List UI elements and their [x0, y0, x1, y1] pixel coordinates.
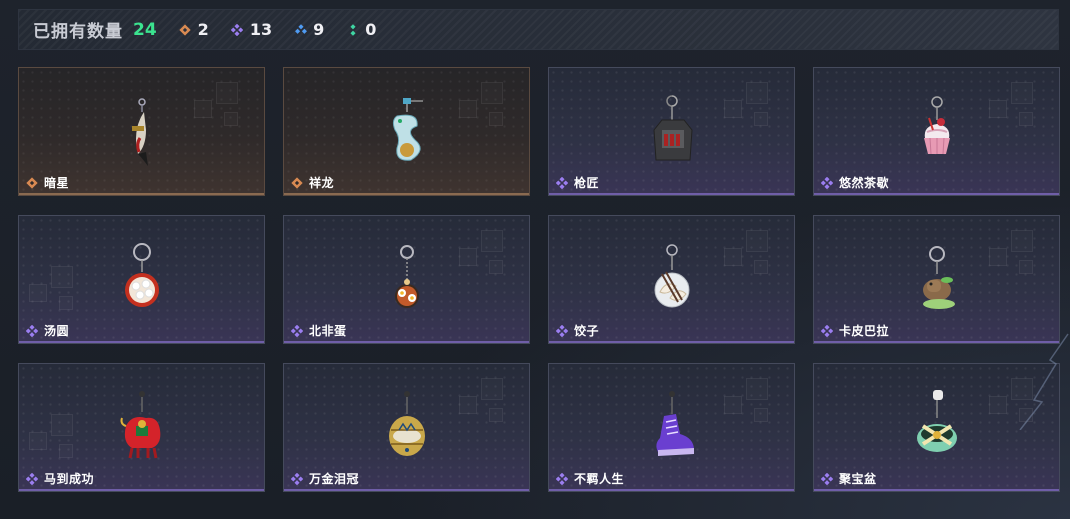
charm-name: 祥龙: [309, 176, 335, 190]
charm-card-jiaozi[interactable]: 饺子: [548, 215, 795, 344]
red-horse-charm-icon: [120, 391, 160, 459]
charm-card-tangyuan[interactable]: 汤圆: [18, 215, 265, 344]
dumpling-charm-icon: [654, 244, 689, 308]
charm-card-xianglong[interactable]: 祥龙: [283, 67, 530, 196]
card-decoration: [194, 82, 254, 142]
charm-card-kapibala[interactable]: 卡皮巴拉: [813, 215, 1060, 344]
orange-diamond-icon: [291, 176, 303, 189]
purple-diamond-icon: [821, 176, 833, 189]
green-diamond-icon: [346, 23, 359, 36]
charm-name: 饺子: [574, 324, 600, 338]
card-decoration: [459, 82, 519, 142]
card-decoration: [724, 378, 784, 438]
crown-egg-charm-icon: [388, 391, 425, 456]
blue-rarity-count: 9: [313, 20, 325, 39]
charm-name: 暗星: [44, 176, 70, 190]
charm-name: 不羁人生: [574, 472, 625, 486]
charm-card-madaochenggong[interactable]: 马到成功: [18, 363, 265, 492]
purple-diamond-icon: [231, 23, 244, 36]
purple-diamond-icon: [821, 472, 833, 485]
purple-diamond-icon: [26, 472, 38, 485]
owned-summary-bar: 已拥有数量 24 2 13 9 0: [18, 9, 1059, 50]
card-decoration: [459, 378, 519, 438]
orange-diamond-icon: [26, 176, 38, 189]
charm-collection-page: 已拥有数量 24 2 13 9 0 暗星 祥龙 枪匠 悠然茶歇 汤圆 北非蛋 饺…: [0, 0, 1070, 519]
charm-name: 卡皮巴拉: [839, 324, 890, 338]
charm-card-youranchaxie[interactable]: 悠然茶歇: [813, 67, 1060, 196]
owned-count-label: 已拥有数量: [33, 22, 123, 42]
charm-card-beifeidan[interactable]: 北非蛋: [283, 215, 530, 344]
green-rarity-stat: 0: [346, 20, 376, 39]
card-decoration: [989, 230, 1049, 290]
purple-rarity-stat: 13: [231, 20, 272, 39]
treasure-bowl-charm-icon: [916, 390, 957, 452]
purple-diamond-icon: [26, 324, 38, 337]
dagger-charm-icon: [131, 98, 148, 166]
purple-diamond-icon: [556, 324, 568, 337]
purple-diamond-icon: [291, 324, 303, 337]
purple-diamond-icon: [556, 176, 568, 189]
charm-card-qiangjiang[interactable]: 枪匠: [548, 67, 795, 196]
blue-diamond-icon: [294, 23, 307, 36]
charm-name: 马到成功: [44, 472, 95, 486]
card-decoration: [29, 414, 89, 474]
charm-card-anxing[interactable]: 暗星: [18, 67, 265, 196]
card-decoration: [989, 82, 1049, 142]
purple-rarity-count: 13: [249, 20, 273, 39]
charm-grid: 暗星 祥龙 枪匠 悠然茶歇 汤圆 北非蛋 饺子 卡皮巴拉 马到成功 万金泪冠 不…: [18, 67, 1060, 492]
orange-rarity-stat: 2: [179, 20, 209, 39]
purple-diamond-icon: [291, 472, 303, 485]
capybara-charm-icon: [922, 246, 955, 309]
charm-card-bujirensheng[interactable]: 不羁人生: [548, 363, 795, 492]
backpack-charm-icon: [652, 95, 693, 161]
charm-name: 聚宝盆: [839, 472, 877, 486]
card-decoration: [724, 230, 784, 290]
shakshuka-charm-icon: [394, 245, 419, 308]
orange-diamond-icon: [179, 23, 192, 36]
orange-rarity-count: 2: [197, 20, 209, 39]
sneaker-charm-icon: [655, 391, 694, 456]
card-decoration: [29, 266, 89, 326]
cupcake-charm-icon: [923, 96, 950, 155]
card-decoration: [459, 230, 519, 290]
charm-card-wanjinleiguan[interactable]: 万金泪冠: [283, 363, 530, 492]
charm-name: 汤圆: [44, 324, 70, 338]
purple-diamond-icon: [556, 472, 568, 485]
purple-diamond-icon: [821, 324, 833, 337]
charm-name: 枪匠: [574, 176, 600, 190]
green-rarity-count: 0: [365, 20, 377, 39]
charm-name: 万金泪冠: [309, 472, 360, 486]
card-decoration: [724, 82, 784, 142]
dragon-charm-icon: [392, 98, 423, 161]
background-lightning-decoration: [1019, 333, 1069, 430]
tangyuan-bowl-charm-icon: [124, 243, 159, 307]
charm-name: 北非蛋: [309, 324, 347, 338]
blue-rarity-stat: 9: [294, 20, 324, 39]
charm-name: 悠然茶歇: [839, 176, 890, 190]
owned-count-total: 24: [133, 19, 157, 40]
